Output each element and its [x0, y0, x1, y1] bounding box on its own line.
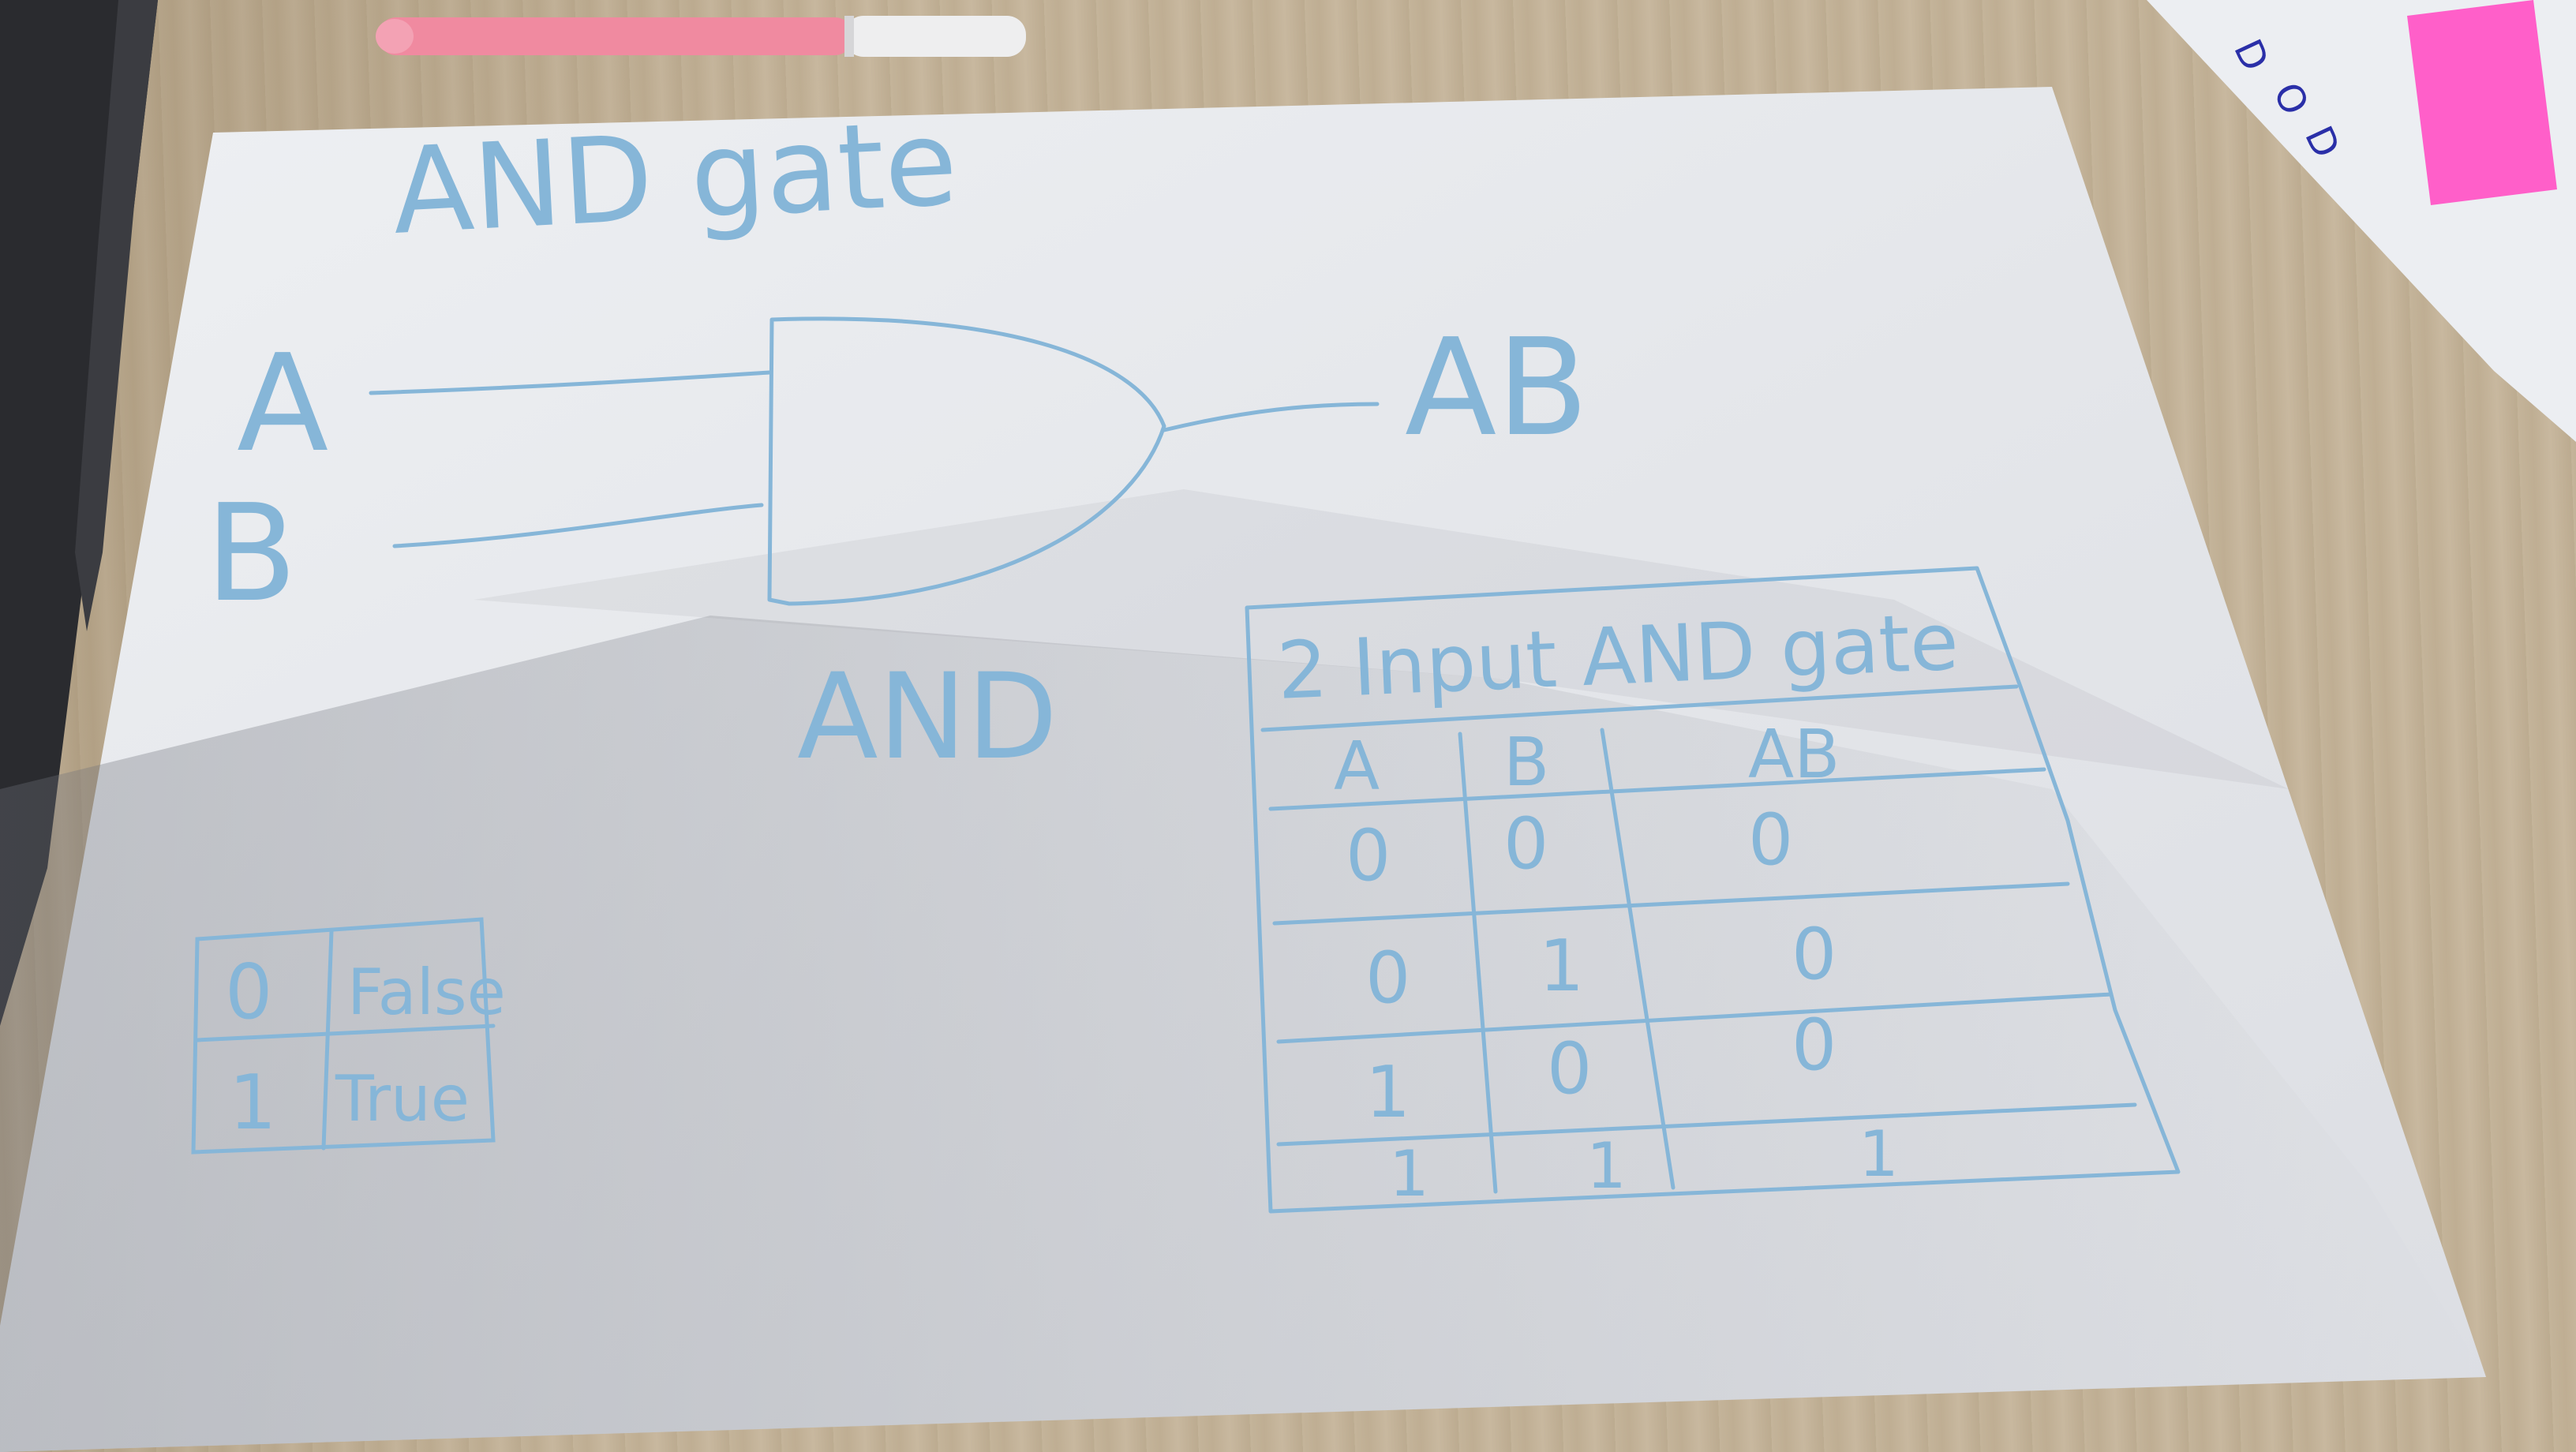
- legend-row-2-meaning: True: [335, 1062, 470, 1136]
- truth-header-b: B: [1503, 724, 1549, 802]
- input-a-label: A: [237, 326, 328, 482]
- photo-scene: D O D AND gate A B AB AND 0 False 1 True…: [0, 0, 2576, 1452]
- input-b-label: B: [205, 476, 298, 632]
- legend-row-2-value: 1: [229, 1060, 276, 1147]
- truth-row-2-a: 0: [1365, 937, 1410, 1020]
- truth-row-2-ab: 0: [1792, 913, 1837, 996]
- truth-row-4-ab: 1: [1859, 1117, 1899, 1191]
- truth-row-3-a: 1: [1365, 1051, 1410, 1134]
- gate-label: AND: [797, 649, 1058, 786]
- legend-row-1-meaning: False: [347, 956, 506, 1029]
- truth-row-4-b: 1: [1586, 1129, 1627, 1203]
- truth-row-2-b: 1: [1539, 925, 1584, 1008]
- text-layer: AND gate A B AB AND 0 False 1 True 2 Inp…: [205, 95, 1960, 1211]
- truth-table-title: 2 Input AND gate: [1275, 595, 1960, 717]
- drawing-title: AND gate: [389, 95, 960, 261]
- truth-row-1-ab: 0: [1748, 799, 1793, 881]
- truth-row-4-a: 1: [1389, 1137, 1429, 1211]
- truth-row-3-b: 0: [1547, 1027, 1592, 1110]
- truth-row-3-ab: 0: [1792, 1004, 1837, 1087]
- truth-header-a: A: [1334, 728, 1380, 806]
- truth-header-ab: AB: [1748, 716, 1840, 794]
- output-label: AB: [1405, 310, 1589, 466]
- legend-row-1-value: 0: [225, 949, 272, 1036]
- truth-row-1-b: 0: [1503, 803, 1548, 885]
- truth-row-1-a: 0: [1346, 814, 1391, 897]
